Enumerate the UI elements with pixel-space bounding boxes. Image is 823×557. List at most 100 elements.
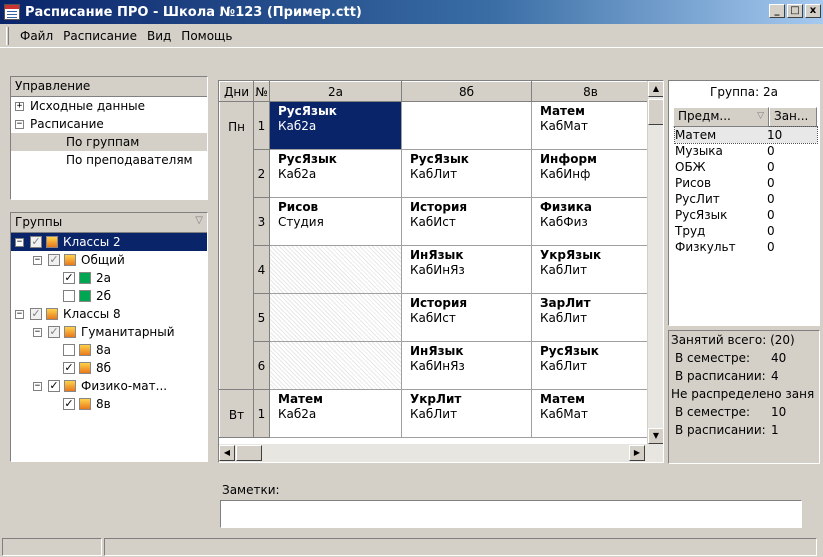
subject-row[interactable]: Труд 0 — [675, 223, 819, 239]
group-color-icon — [46, 308, 58, 320]
close-button[interactable]: x — [805, 4, 821, 18]
title-bar[interactable]: Расписание ПРО - Школа №123 (Пример.ctt)… — [0, 0, 823, 24]
lesson-cell[interactable]: РусЯзык КабЛит — [401, 149, 532, 198]
tree-item-by-groups[interactable]: По группам — [11, 133, 207, 151]
lesson-cell[interactable]: ЗарЛит КабЛит — [531, 293, 650, 342]
column-header-days[interactable]: Дни — [219, 81, 254, 102]
lesson-number: 1 — [253, 101, 270, 150]
collapse-icon[interactable]: − — [33, 255, 42, 265]
column-header-num[interactable]: № — [253, 81, 270, 102]
group-classes-8[interactable]: − ✓ Классы 8 — [11, 305, 207, 323]
tree-item-schedule[interactable]: − Расписание — [11, 115, 207, 133]
group-physmath[interactable]: − ✓ Физико-мат... — [11, 377, 207, 395]
group-classes-2[interactable]: − ✓ Классы 2 — [11, 233, 207, 251]
checkbox-icon[interactable]: ✓ — [30, 308, 42, 320]
group-8b[interactable]: ✓ 8б — [11, 359, 207, 377]
lesson-cell[interactable] — [401, 101, 532, 150]
lesson-room: КабЛит — [410, 407, 458, 421]
minimize-button[interactable]: _ — [769, 4, 785, 18]
horizontal-scrollbar[interactable]: ◀ ▶ — [219, 444, 663, 462]
lesson-cell[interactable]: Матем Каб2а — [269, 389, 402, 438]
lesson-cell[interactable]: ИнЯзык КабИнЯз — [401, 245, 532, 294]
group-2a[interactable]: ✓ 2а — [11, 269, 207, 287]
checkbox-icon[interactable] — [63, 290, 75, 302]
lesson-cell[interactable]: УкрЛит КабЛит — [401, 389, 532, 438]
scroll-up-icon[interactable]: ▲ — [648, 81, 663, 97]
checkbox-icon[interactable] — [63, 344, 75, 356]
group-humanities[interactable]: − ✓ Гуманитарный — [11, 323, 207, 341]
column-header-8v[interactable]: 8в — [531, 81, 650, 102]
subject-count: 0 — [767, 224, 775, 238]
maximize-button[interactable]: □ — [787, 4, 803, 18]
checkbox-icon[interactable]: ✓ — [63, 362, 75, 374]
group-general[interactable]: − ✓ Общий — [11, 251, 207, 269]
collapse-icon[interactable]: − — [15, 309, 24, 319]
subject-row[interactable]: Физкульт 0 — [675, 239, 819, 255]
lesson-cell[interactable]: РусЯзык Каб2а — [269, 101, 402, 150]
column-header-8b[interactable]: 8б — [401, 81, 532, 102]
menu-schedule[interactable]: Расписание — [58, 29, 142, 43]
subject-row[interactable]: Матем 10 — [674, 126, 818, 144]
lesson-cell[interactable]: Рисов Студия — [269, 197, 402, 246]
scroll-left-icon[interactable]: ◀ — [219, 445, 235, 461]
subject-row[interactable]: РусЯзык 0 — [675, 207, 819, 223]
sort-filter-icon[interactable]: ▽ — [757, 108, 764, 125]
checkbox-icon[interactable]: ✓ — [48, 254, 60, 266]
lesson-subject: История — [410, 200, 468, 214]
collapse-icon[interactable]: − — [33, 327, 42, 337]
lesson-cell[interactable]: ИнЯзык КабИнЯз — [401, 341, 532, 390]
checkbox-icon[interactable]: ✓ — [48, 326, 60, 338]
subject-row[interactable]: Музыка 0 — [675, 143, 819, 159]
checkbox-icon[interactable]: ✓ — [63, 272, 75, 284]
hscroll-thumb[interactable] — [236, 445, 262, 461]
group-8v[interactable]: ✓ 8в — [11, 395, 207, 413]
group-color-icon — [79, 272, 91, 284]
checkbox-icon[interactable]: ✓ — [63, 398, 75, 410]
scroll-down-icon[interactable]: ▼ — [648, 428, 663, 444]
lesson-cell[interactable]: Физика КабФиз — [531, 197, 650, 246]
menu-help[interactable]: Помощь — [176, 29, 237, 43]
menu-view[interactable]: Вид — [142, 29, 176, 43]
lesson-cell[interactable] — [269, 293, 402, 342]
scroll-thumb[interactable] — [648, 99, 663, 125]
column-header-subject[interactable]: Предм... ▽ — [673, 107, 769, 127]
scroll-right-icon[interactable]: ▶ — [629, 445, 645, 461]
expand-icon[interactable]: + — [15, 101, 24, 111]
stats-value: 1 — [771, 423, 779, 437]
tree-item-source-data[interactable]: + Исходные данные — [11, 97, 207, 115]
filter-icon[interactable]: ▽ — [195, 215, 203, 230]
tree-item-by-teachers[interactable]: По преподавателям — [11, 151, 207, 169]
subject-row[interactable]: ОБЖ 0 — [675, 159, 819, 175]
collapse-icon[interactable]: − — [15, 119, 24, 129]
lesson-cell[interactable]: История КабИст — [401, 197, 532, 246]
collapse-icon[interactable]: − — [15, 237, 24, 247]
lesson-cell[interactable] — [269, 341, 402, 390]
group-color-icon — [79, 398, 91, 410]
groups-panel: Группы ▽ − ✓ Классы 2 − ✓ Общий ✓ 2а 2б … — [10, 212, 208, 462]
collapse-icon[interactable]: − — [33, 381, 42, 391]
subject-row[interactable]: Рисов 0 — [675, 175, 819, 191]
column-header-2a[interactable]: 2а — [269, 81, 402, 102]
subject-row[interactable]: РусЛит 0 — [675, 191, 819, 207]
toolbar-grip[interactable] — [6, 26, 9, 45]
stats-unassigned-header: Не распределено заня — [671, 387, 815, 401]
column-header-count[interactable]: Зан... — [769, 107, 817, 127]
groups-panel-title: Группы — [15, 215, 63, 229]
vertical-scrollbar[interactable]: ▲ ▼ — [647, 81, 663, 444]
stats-row: В расписании: 4 — [669, 367, 819, 385]
lesson-cell[interactable]: РусЯзык КабЛит — [531, 341, 650, 390]
checkbox-icon[interactable]: ✓ — [48, 380, 60, 392]
menu-file[interactable]: Файл — [15, 29, 58, 43]
lesson-cell[interactable]: История КабИст — [401, 293, 532, 342]
lesson-cell[interactable]: УкрЯзык КабЛит — [531, 245, 650, 294]
notes-input[interactable] — [220, 500, 802, 528]
stats-value: 10 — [771, 405, 787, 419]
group-2b[interactable]: 2б — [11, 287, 207, 305]
lesson-cell[interactable]: Матем КабМат — [531, 389, 650, 438]
checkbox-icon[interactable]: ✓ — [30, 236, 42, 248]
lesson-cell[interactable]: РусЯзык Каб2а — [269, 149, 402, 198]
group-8a[interactable]: 8а — [11, 341, 207, 359]
lesson-cell[interactable]: Информ КабИнф — [531, 149, 650, 198]
lesson-cell[interactable] — [269, 245, 402, 294]
lesson-cell[interactable]: Матем КабМат — [531, 101, 650, 150]
